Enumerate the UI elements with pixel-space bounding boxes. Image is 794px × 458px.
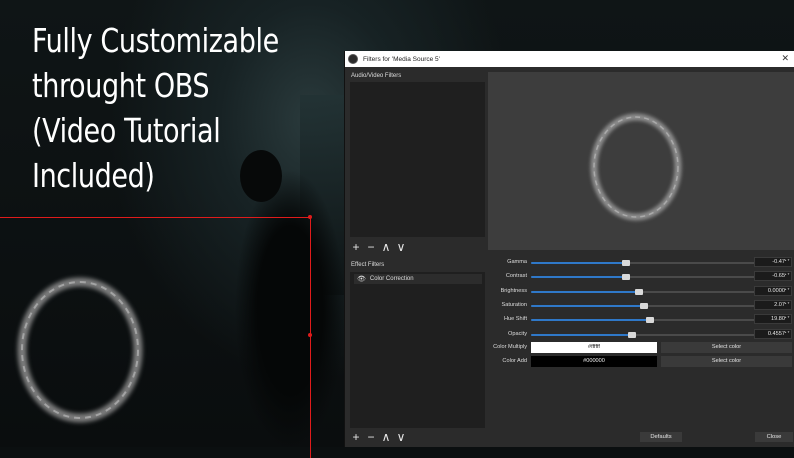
spinner-icon[interactable]: ▲▼	[784, 330, 790, 334]
property-slider[interactable]	[531, 260, 756, 266]
property-label: Saturation	[501, 301, 528, 308]
filter-item-color-correction[interactable]: 👁 Color Correction	[354, 274, 482, 284]
property-value-input[interactable]: 0.0000 ▲▼	[754, 285, 792, 296]
slider-handle[interactable]	[621, 274, 630, 281]
bounding-box-handle[interactable]	[308, 215, 312, 219]
remove-filter-icon[interactable]: −	[366, 431, 376, 443]
property-slider[interactable]	[531, 274, 756, 281]
property-value-input[interactable]: -0.65 ▲▼	[754, 271, 792, 282]
property-label: Opacity	[508, 330, 527, 337]
close-icon[interactable]: ✕	[781, 53, 789, 64]
move-up-icon[interactable]: ∧	[381, 241, 391, 253]
promo-headline: Fully Customizable throught OBS (Video T…	[32, 18, 279, 198]
slider-handle[interactable]	[635, 288, 643, 295]
filters-dialog: Filters for 'Media Source 5' ✕ Audio/Vid…	[344, 51, 794, 447]
slider-handle[interactable]	[646, 317, 655, 324]
effect-filters-list[interactable]: 👁 Color Correction	[350, 272, 485, 428]
property-row-saturation: Saturation 2.07 ▲▼	[488, 299, 794, 312]
color-multiply-swatch: #ffffff	[531, 342, 657, 353]
spinner-icon[interactable]: ▲▼	[784, 287, 790, 291]
slider-fill	[531, 290, 639, 293]
color-multiply-label: Color Multiply	[493, 344, 527, 350]
headline-line: Fully Customizable	[32, 21, 279, 60]
color-add-swatch: #000000	[531, 356, 657, 367]
move-down-icon[interactable]: ∨	[396, 241, 406, 253]
effect-filters-toolbar: + − ∧ ∨	[351, 431, 406, 443]
property-slider[interactable]	[531, 302, 756, 309]
bounding-box-handle[interactable]	[308, 333, 312, 337]
slider-handle[interactable]	[639, 302, 648, 309]
eye-icon[interactable]: 👁	[357, 275, 366, 283]
slider-fill	[531, 319, 651, 322]
slider-fill	[531, 333, 633, 336]
color-multiply-select-button[interactable]: Select color	[661, 342, 792, 353]
filter-item-label: Color Correction	[369, 276, 414, 282]
property-value: 0.4557	[767, 330, 785, 337]
property-value-input[interactable]: 2.07 ▲▼	[754, 299, 792, 310]
color-multiply-row: Color Multiply #ffffff Select color	[488, 342, 794, 354]
obs-logo-icon	[348, 54, 358, 64]
move-up-icon[interactable]: ∧	[381, 431, 391, 443]
property-value: 0.0000	[767, 287, 785, 294]
property-row-brightness: Brightness 0.0000 ▲▼	[488, 285, 794, 298]
slider-handle[interactable]	[628, 331, 637, 338]
slider-fill	[531, 262, 626, 264]
spinner-icon[interactable]: ▲▼	[784, 272, 790, 276]
color-add-row: Color Add #000000 Select color	[488, 356, 794, 368]
dialog-title: Filters for 'Media Source 5'	[363, 55, 440, 63]
property-row-contrast: Contrast -0.65 ▲▼	[488, 271, 794, 283]
preview-smoke-ring	[590, 113, 682, 221]
audio-video-filters-list[interactable]	[350, 82, 485, 237]
close-button[interactable]: Close	[755, 432, 793, 442]
dialog-titlebar[interactable]: Filters for 'Media Source 5' ✕	[345, 51, 794, 67]
defaults-button[interactable]: Defaults	[640, 432, 682, 442]
property-row-opacity: Opacity 0.4557 ▲▼	[488, 328, 794, 341]
slider-fill	[531, 304, 644, 307]
property-row-gamma: Gamma -0.47 ▲▼	[488, 257, 794, 269]
color-add-label: Color Add	[502, 358, 527, 364]
property-slider[interactable]	[531, 317, 756, 324]
property-label: Brightness	[500, 287, 527, 294]
property-row-hue-shift: Hue Shift 19.80 ▲▼	[488, 314, 794, 326]
filter-preview	[488, 72, 794, 250]
headline-line: (Video Tutorial	[32, 111, 221, 150]
property-value-input[interactable]: 19.80 ▲▼	[754, 314, 792, 325]
property-value: 19.80	[771, 316, 785, 323]
color-add-select-button[interactable]: Select color	[661, 356, 792, 367]
property-value-input[interactable]: 0.4557 ▲▼	[754, 328, 792, 339]
headline-line: Included)	[32, 156, 155, 195]
spinner-icon[interactable]: ▲▼	[784, 315, 790, 319]
property-label: Hue Shift	[503, 316, 527, 323]
property-value-input[interactable]: -0.47 ▲▼	[754, 257, 792, 267]
audio-video-filters-label: Audio/Video Filters	[351, 73, 402, 79]
move-down-icon[interactable]: ∨	[396, 431, 406, 443]
spinner-icon[interactable]: ▲▼	[784, 258, 790, 262]
slider-fill	[531, 276, 626, 279]
property-label: Gamma	[507, 259, 527, 265]
headline-line: throught OBS	[32, 66, 210, 105]
audio-video-filters-toolbar: + − ∧ ∨	[351, 241, 406, 253]
property-slider[interactable]	[531, 331, 756, 338]
add-filter-icon[interactable]: +	[351, 241, 361, 253]
effect-filters-label: Effect Filters	[351, 262, 385, 268]
add-filter-icon[interactable]: +	[351, 431, 361, 443]
smoke-ring-graphic	[17, 277, 143, 423]
property-slider[interactable]	[531, 288, 756, 295]
spinner-icon[interactable]: ▲▼	[784, 301, 790, 305]
remove-filter-icon[interactable]: −	[366, 241, 376, 253]
property-label: Contrast	[505, 273, 527, 280]
slider-handle[interactable]	[621, 260, 630, 266]
